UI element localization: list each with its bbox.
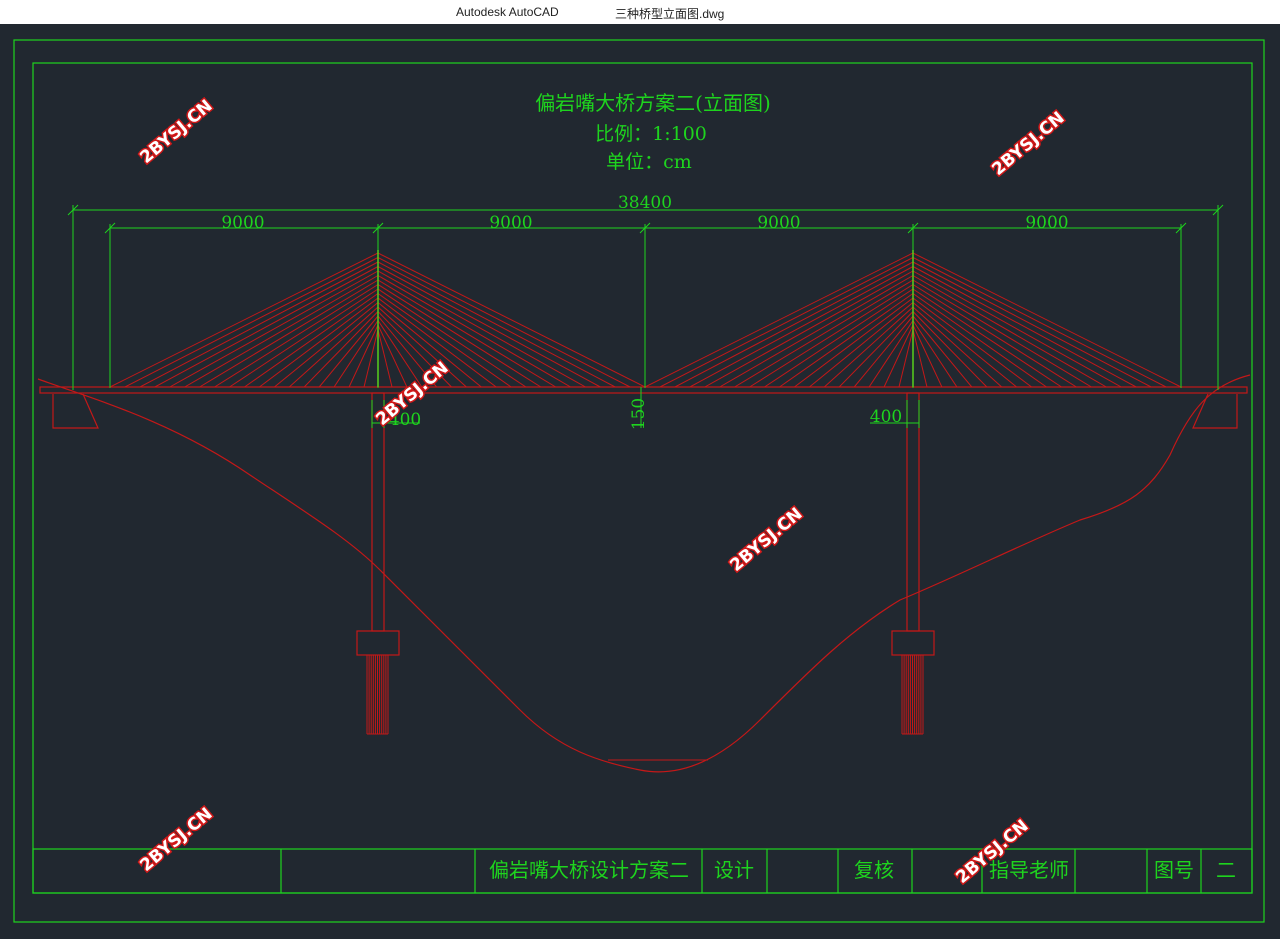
stay-cable [377, 266, 601, 388]
app-name: Autodesk AutoCAD [456, 5, 559, 19]
title-block-project: 偏岩嘴大桥设计方案二 [489, 858, 689, 882]
pile-groups [366, 655, 924, 735]
stay-cable [154, 266, 379, 388]
stay-cable [912, 284, 1077, 388]
watermark: 2BYSJ.CN [726, 504, 806, 576]
stay-cable [377, 320, 423, 388]
stay-cable [377, 257, 631, 388]
dim-total: 38400 [618, 193, 672, 213]
watermark: 2BYSJ.CN [136, 804, 216, 876]
stay-cable [689, 266, 914, 388]
stay-cable [912, 257, 1167, 388]
title-block-design: 设计 [714, 858, 754, 882]
stay-cable [883, 324, 914, 388]
stay-cable [348, 324, 379, 388]
stay-cable [912, 297, 1032, 388]
stay-cable [169, 270, 379, 388]
drawing-unit: 单位：cm [606, 151, 692, 173]
watermark: 2BYSJ.CN [988, 108, 1068, 180]
stay-cable [199, 279, 379, 388]
stay-cable [333, 320, 379, 388]
dim-pier-right: 400 [870, 407, 902, 427]
stay-cable [912, 252, 1182, 388]
dim-span-2: 9000 [489, 213, 532, 233]
stay-cable [704, 270, 914, 388]
stay-cable [794, 297, 914, 388]
stay-cable [912, 324, 943, 388]
title-block-drawing-no-label: 图号 [1154, 858, 1194, 882]
dim-span-4: 9000 [1025, 213, 1068, 233]
stay-cable [912, 270, 1122, 388]
title-block-advisor: 指导老师 [989, 858, 1069, 882]
drawing-canvas[interactable]: 偏岩嘴大桥方案二(立面图) 比例：1:100 单位：cm 38400 9000 … [0, 24, 1280, 939]
stay-cable [659, 257, 914, 388]
dim-span-1: 9000 [221, 213, 264, 233]
stay-cable [377, 270, 586, 388]
bridge-deck [39, 386, 1248, 394]
stay-cable [259, 297, 379, 388]
title-bar: Autodesk AutoCAD 三种桥型立面图.dwg [0, 0, 1280, 24]
drawing-title: 偏岩嘴大桥方案二(立面图) [535, 91, 771, 115]
stay-cable [109, 252, 379, 388]
stay-cable [124, 257, 379, 388]
stay-cable [734, 279, 914, 388]
dim-span-3: 9000 [757, 213, 800, 233]
stay-cable [912, 266, 1137, 388]
file-name: 三种桥型立面图.dwg [615, 7, 725, 21]
stay-cable [377, 324, 408, 388]
stay-cable [868, 320, 914, 388]
stay-cable [912, 320, 958, 388]
title-block-review: 复核 [854, 858, 894, 882]
dim-deck: 150 [629, 398, 649, 430]
stay-cable [377, 252, 646, 388]
drawing-scale: 比例：1:100 [595, 123, 707, 145]
ground-profile [37, 374, 1251, 773]
stay-cable [377, 279, 556, 388]
dimension-lines [67, 204, 1224, 428]
watermark: 2BYSJ.CN [136, 96, 216, 168]
stay-cable [214, 284, 379, 388]
stay-cable [749, 284, 914, 388]
piers [356, 392, 935, 656]
title-block-drawing-no: 二 [1216, 858, 1236, 882]
stay-cable [644, 252, 914, 388]
stay-cable [912, 279, 1092, 388]
